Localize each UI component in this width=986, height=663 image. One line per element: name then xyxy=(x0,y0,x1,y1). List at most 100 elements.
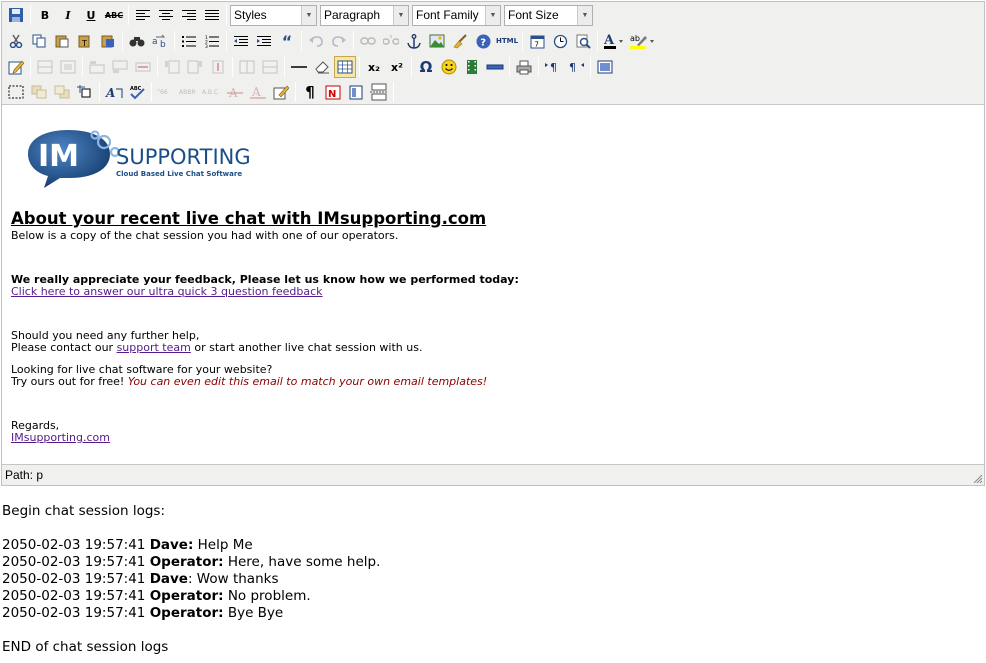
bold-button[interactable]: B xyxy=(34,4,56,26)
acronym-button[interactable]: A.B.C xyxy=(201,81,223,103)
visual-aid-button[interactable] xyxy=(334,56,356,78)
align-center-button[interactable] xyxy=(155,4,177,26)
remove-format-button[interactable] xyxy=(311,56,333,78)
print-button[interactable] xyxy=(513,56,535,78)
paste-word-button[interactable] xyxy=(97,30,119,52)
log-message: : Wow thanks xyxy=(187,571,279,587)
visual-chars-button[interactable]: ¶ xyxy=(299,81,321,103)
html-source-button[interactable]: HTML xyxy=(495,30,519,52)
resize-grip-icon[interactable] xyxy=(973,474,983,484)
support-team-link[interactable]: support team xyxy=(117,341,191,354)
copy-button[interactable] xyxy=(28,30,50,52)
merge-cells-button[interactable] xyxy=(259,56,281,78)
media-button[interactable] xyxy=(461,56,483,78)
advanced-hr-button[interactable] xyxy=(484,56,506,78)
insert-link-button[interactable] xyxy=(357,30,379,52)
insertion-icon: A xyxy=(250,85,266,99)
paste-text-button[interactable]: T xyxy=(74,30,96,52)
table-cell-props-button[interactable] xyxy=(57,56,79,78)
fullscreen-button[interactable] xyxy=(594,56,616,78)
page-break-button[interactable] xyxy=(368,81,390,103)
styles-select[interactable]: Styles ▼ xyxy=(230,4,317,26)
move-backward-button[interactable] xyxy=(51,81,73,103)
svg-text:N: N xyxy=(328,89,336,100)
blockquote-button[interactable]: “ xyxy=(276,30,298,52)
align-right-button[interactable] xyxy=(178,4,200,26)
find-button[interactable] xyxy=(126,30,148,52)
try-line-prefix: Try ours out for free! xyxy=(11,375,128,388)
strikethrough-button[interactable]: ABC xyxy=(103,4,125,26)
anchor-button[interactable] xyxy=(403,30,425,52)
editor-content-area[interactable]: IM SUPPORTING Cloud Based Live Chat Soft… xyxy=(2,106,984,464)
outdent-button[interactable] xyxy=(230,30,252,52)
absolute-position-button[interactable] xyxy=(74,81,96,103)
unlink-button[interactable] xyxy=(380,30,402,52)
bullet-list-button[interactable] xyxy=(178,30,200,52)
highlight-icon: ab xyxy=(630,34,654,49)
align-left-button[interactable] xyxy=(132,4,154,26)
highlight-color-button[interactable]: ab xyxy=(628,30,658,52)
template-button[interactable] xyxy=(345,81,367,103)
email-subheading: Below is a copy of the chat session you … xyxy=(11,229,399,242)
special-char-button[interactable]: Ω xyxy=(415,56,437,78)
split-cells-button[interactable] xyxy=(236,56,258,78)
undo-button[interactable] xyxy=(305,30,327,52)
help-button[interactable]: ? xyxy=(472,30,494,52)
insert-col-before-button[interactable] xyxy=(161,56,183,78)
align-justify-button[interactable] xyxy=(201,4,223,26)
delete-row-button[interactable] xyxy=(132,56,154,78)
abbr-button[interactable]: ABBR xyxy=(178,81,200,103)
superscript-button[interactable]: x² xyxy=(386,56,408,78)
grid-visual-aid-icon xyxy=(337,60,353,74)
save-icon xyxy=(9,8,23,22)
ins-button[interactable]: A xyxy=(247,81,269,103)
edit-table-button[interactable] xyxy=(5,56,27,78)
underline-button[interactable]: U xyxy=(80,4,102,26)
format-select[interactable]: Paragraph ▼ xyxy=(320,4,409,26)
toolbar-separator xyxy=(174,31,175,51)
table-row-props-button[interactable] xyxy=(34,56,56,78)
non-breaking-space-button[interactable]: N xyxy=(322,81,344,103)
del-button[interactable]: A xyxy=(224,81,246,103)
paste-button[interactable] xyxy=(51,30,73,52)
cut-button[interactable] xyxy=(5,30,27,52)
outdent-icon xyxy=(234,36,248,46)
indent-button[interactable] xyxy=(253,30,275,52)
cite-button[interactable]: “66 xyxy=(155,81,177,103)
move-forward-button[interactable] xyxy=(28,81,50,103)
emoticons-button[interactable] xyxy=(438,56,460,78)
insert-date-button[interactable]: 7 xyxy=(526,30,548,52)
insert-row-after-button[interactable] xyxy=(109,56,131,78)
insert-layer-button[interactable] xyxy=(5,81,27,103)
toolbar-separator xyxy=(411,57,412,77)
horizontal-rule-button[interactable] xyxy=(288,56,310,78)
printer-icon xyxy=(516,60,532,74)
binoculars-icon xyxy=(129,37,145,47)
feedback-link[interactable]: Click here to answer our ultra quick 3 q… xyxy=(11,285,323,298)
preview-button[interactable] xyxy=(572,30,594,52)
ltr-button[interactable]: ¶ xyxy=(542,56,564,78)
insert-image-button[interactable] xyxy=(426,30,448,52)
site-link[interactable]: IMsupporting.com xyxy=(11,431,110,444)
insert-row-before-button[interactable] xyxy=(86,56,108,78)
font-family-select[interactable]: Font Family ▼ xyxy=(412,4,501,26)
insert-col-after-button[interactable] xyxy=(184,56,206,78)
rtl-button[interactable]: ¶ xyxy=(565,56,587,78)
font-size-select[interactable]: Font Size ▼ xyxy=(504,4,593,26)
insert-time-button[interactable] xyxy=(549,30,571,52)
delete-col-button[interactable] xyxy=(207,56,229,78)
style-props-button[interactable]: A xyxy=(103,81,125,103)
subscript-button[interactable]: x₂ xyxy=(363,56,385,78)
numbered-list-button[interactable]: 123 xyxy=(201,30,223,52)
table-cell-icon xyxy=(60,60,76,74)
cleanup-button[interactable] xyxy=(449,30,471,52)
spellcheck-button[interactable]: ABC xyxy=(126,81,148,103)
italic-button[interactable]: I xyxy=(57,4,79,26)
redo-button[interactable] xyxy=(328,30,350,52)
save-button[interactable] xyxy=(5,4,27,26)
nbsp-icon: N xyxy=(325,85,341,100)
attributes-button[interactable] xyxy=(270,81,292,103)
text-color-button[interactable]: A xyxy=(601,30,627,52)
scissors-icon xyxy=(9,34,23,48)
replace-button[interactable]: ab xyxy=(149,30,171,52)
